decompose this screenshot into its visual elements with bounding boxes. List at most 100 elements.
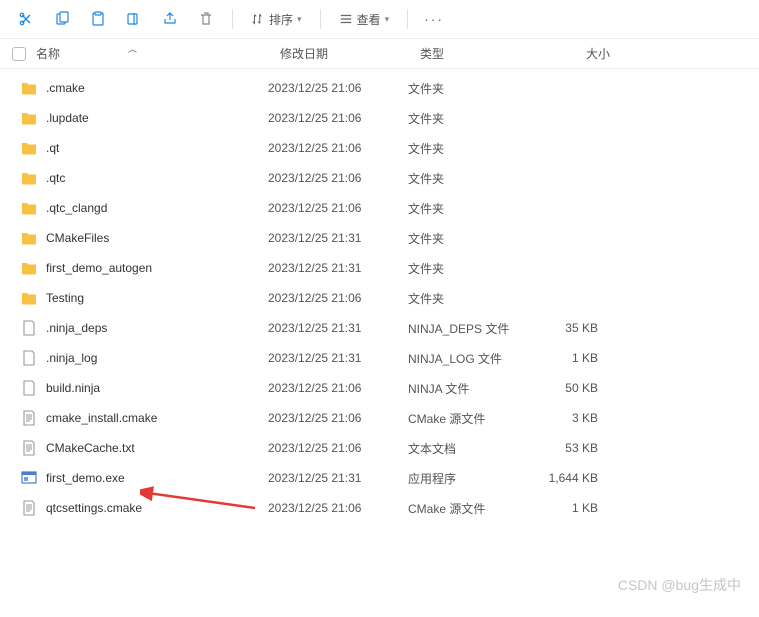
file-type: 文件夹 [408,170,518,187]
folder-icon [20,199,38,217]
file-row[interactable]: CMakeFiles2023/12/25 21:31文件夹 [0,223,759,253]
file-row[interactable]: CMakeCache.txt2023/12/25 21:06文本文档53 KB [0,433,759,463]
paste-button[interactable] [82,5,114,33]
scissors-icon [18,11,34,27]
file-type: 文件夹 [408,80,518,97]
file-size: 1 KB [518,501,598,515]
file-row[interactable]: cmake_install.cmake2023/12/25 21:06CMake… [0,403,759,433]
file-date: 2023/12/25 21:06 [268,441,408,455]
rename-icon [126,11,142,27]
file-row[interactable]: .qtc2023/12/25 21:06文件夹 [0,163,759,193]
file-date: 2023/12/25 21:06 [268,141,408,155]
file-row[interactable]: Testing2023/12/25 21:06文件夹 [0,283,759,313]
more-button[interactable]: ··· [418,5,450,33]
rename-button[interactable] [118,5,150,33]
file-name: cmake_install.cmake [46,411,268,425]
file-row[interactable]: .qtc_clangd2023/12/25 21:06文件夹 [0,193,759,223]
file-size: 35 KB [518,321,598,335]
file-name: .cmake [46,81,268,95]
column-size-header[interactable]: 大小 [530,45,610,62]
doc-icon [20,319,38,337]
column-headers: 名称 ︿ 修改日期 类型 大小 [0,39,759,69]
file-type: 应用程序 [408,470,518,487]
file-date: 2023/12/25 21:06 [268,381,408,395]
file-row[interactable]: first_demo_autogen2023/12/25 21:31文件夹 [0,253,759,283]
column-date-header[interactable]: 修改日期 [280,45,420,62]
file-row[interactable]: .ninja_log2023/12/25 21:31NINJA_LOG 文件1 … [0,343,759,373]
file-date: 2023/12/25 21:06 [268,81,408,95]
separator [407,9,408,29]
copy-button[interactable] [46,5,78,33]
cut-button[interactable] [10,5,42,33]
file-size: 53 KB [518,441,598,455]
chevron-down-icon: ▾ [297,14,302,25]
lines-icon [20,409,38,427]
file-name: .qt [46,141,268,155]
file-type: 文本文档 [408,440,518,457]
file-date: 2023/12/25 21:31 [268,261,408,275]
share-icon [162,11,178,27]
toolbar: 排序 ▾ 查看 ▾ ··· [0,0,759,39]
more-icon: ··· [424,11,444,27]
lines-icon [20,439,38,457]
lines-icon [20,499,38,517]
trash-icon [198,11,214,27]
file-name: .qtc [46,171,268,185]
folder-icon [20,259,38,277]
file-type: 文件夹 [408,140,518,157]
file-list: .cmake2023/12/25 21:06文件夹.lupdate2023/12… [0,69,759,527]
file-row[interactable]: .cmake2023/12/25 21:06文件夹 [0,73,759,103]
file-name: .qtc_clangd [46,201,268,215]
select-all-checkbox[interactable] [12,47,26,61]
file-row[interactable]: .qt2023/12/25 21:06文件夹 [0,133,759,163]
file-size: 50 KB [518,381,598,395]
file-name: CMakeCache.txt [46,441,268,455]
file-row[interactable]: qtcsettings.cmake2023/12/25 21:06CMake 源… [0,493,759,523]
file-name: CMakeFiles [46,231,268,245]
file-name: .ninja_log [46,351,268,365]
file-row[interactable]: .lupdate2023/12/25 21:06文件夹 [0,103,759,133]
file-type: 文件夹 [408,260,518,277]
list-icon [339,12,353,26]
file-size: 1 KB [518,351,598,365]
separator [320,9,321,29]
folder-icon [20,139,38,157]
file-date: 2023/12/25 21:31 [268,321,408,335]
file-date: 2023/12/25 21:06 [268,501,408,515]
folder-icon [20,229,38,247]
file-size: 3 KB [518,411,598,425]
file-type: NINJA_DEPS 文件 [408,320,518,337]
share-button[interactable] [154,5,186,33]
file-name: qtcsettings.cmake [46,501,268,515]
file-type: 文件夹 [408,230,518,247]
file-type: NINJA_LOG 文件 [408,350,518,367]
doc-icon [20,349,38,367]
file-row[interactable]: .ninja_deps2023/12/25 21:31NINJA_DEPS 文件… [0,313,759,343]
file-row[interactable]: first_demo.exe2023/12/25 21:31应用程序1,644 … [0,463,759,493]
sort-label: 排序 [269,11,293,28]
column-type-header[interactable]: 类型 [420,45,530,62]
sort-dropdown[interactable]: 排序 ▾ [243,7,310,32]
exe-icon [20,469,38,487]
file-date: 2023/12/25 21:31 [268,471,408,485]
file-date: 2023/12/25 21:06 [268,111,408,125]
delete-button[interactable] [190,5,222,33]
file-row[interactable]: build.ninja2023/12/25 21:06NINJA 文件50 KB [0,373,759,403]
doc-icon [20,379,38,397]
separator [232,9,233,29]
file-name: .ninja_deps [46,321,268,335]
watermark: CSDN @bug生成中 [618,575,741,595]
column-name-header[interactable]: 名称 [36,45,280,62]
sort-icon [251,12,265,26]
file-type: 文件夹 [408,290,518,307]
chevron-down-icon: ▾ [385,14,390,25]
sort-indicator-icon: ︿ [128,42,137,55]
file-date: 2023/12/25 21:06 [268,171,408,185]
file-type: CMake 源文件 [408,500,518,517]
view-label: 查看 [357,11,381,28]
file-date: 2023/12/25 21:31 [268,351,408,365]
file-type: NINJA 文件 [408,380,518,397]
view-dropdown[interactable]: 查看 ▾ [331,7,398,32]
file-date: 2023/12/25 21:06 [268,291,408,305]
folder-icon [20,289,38,307]
